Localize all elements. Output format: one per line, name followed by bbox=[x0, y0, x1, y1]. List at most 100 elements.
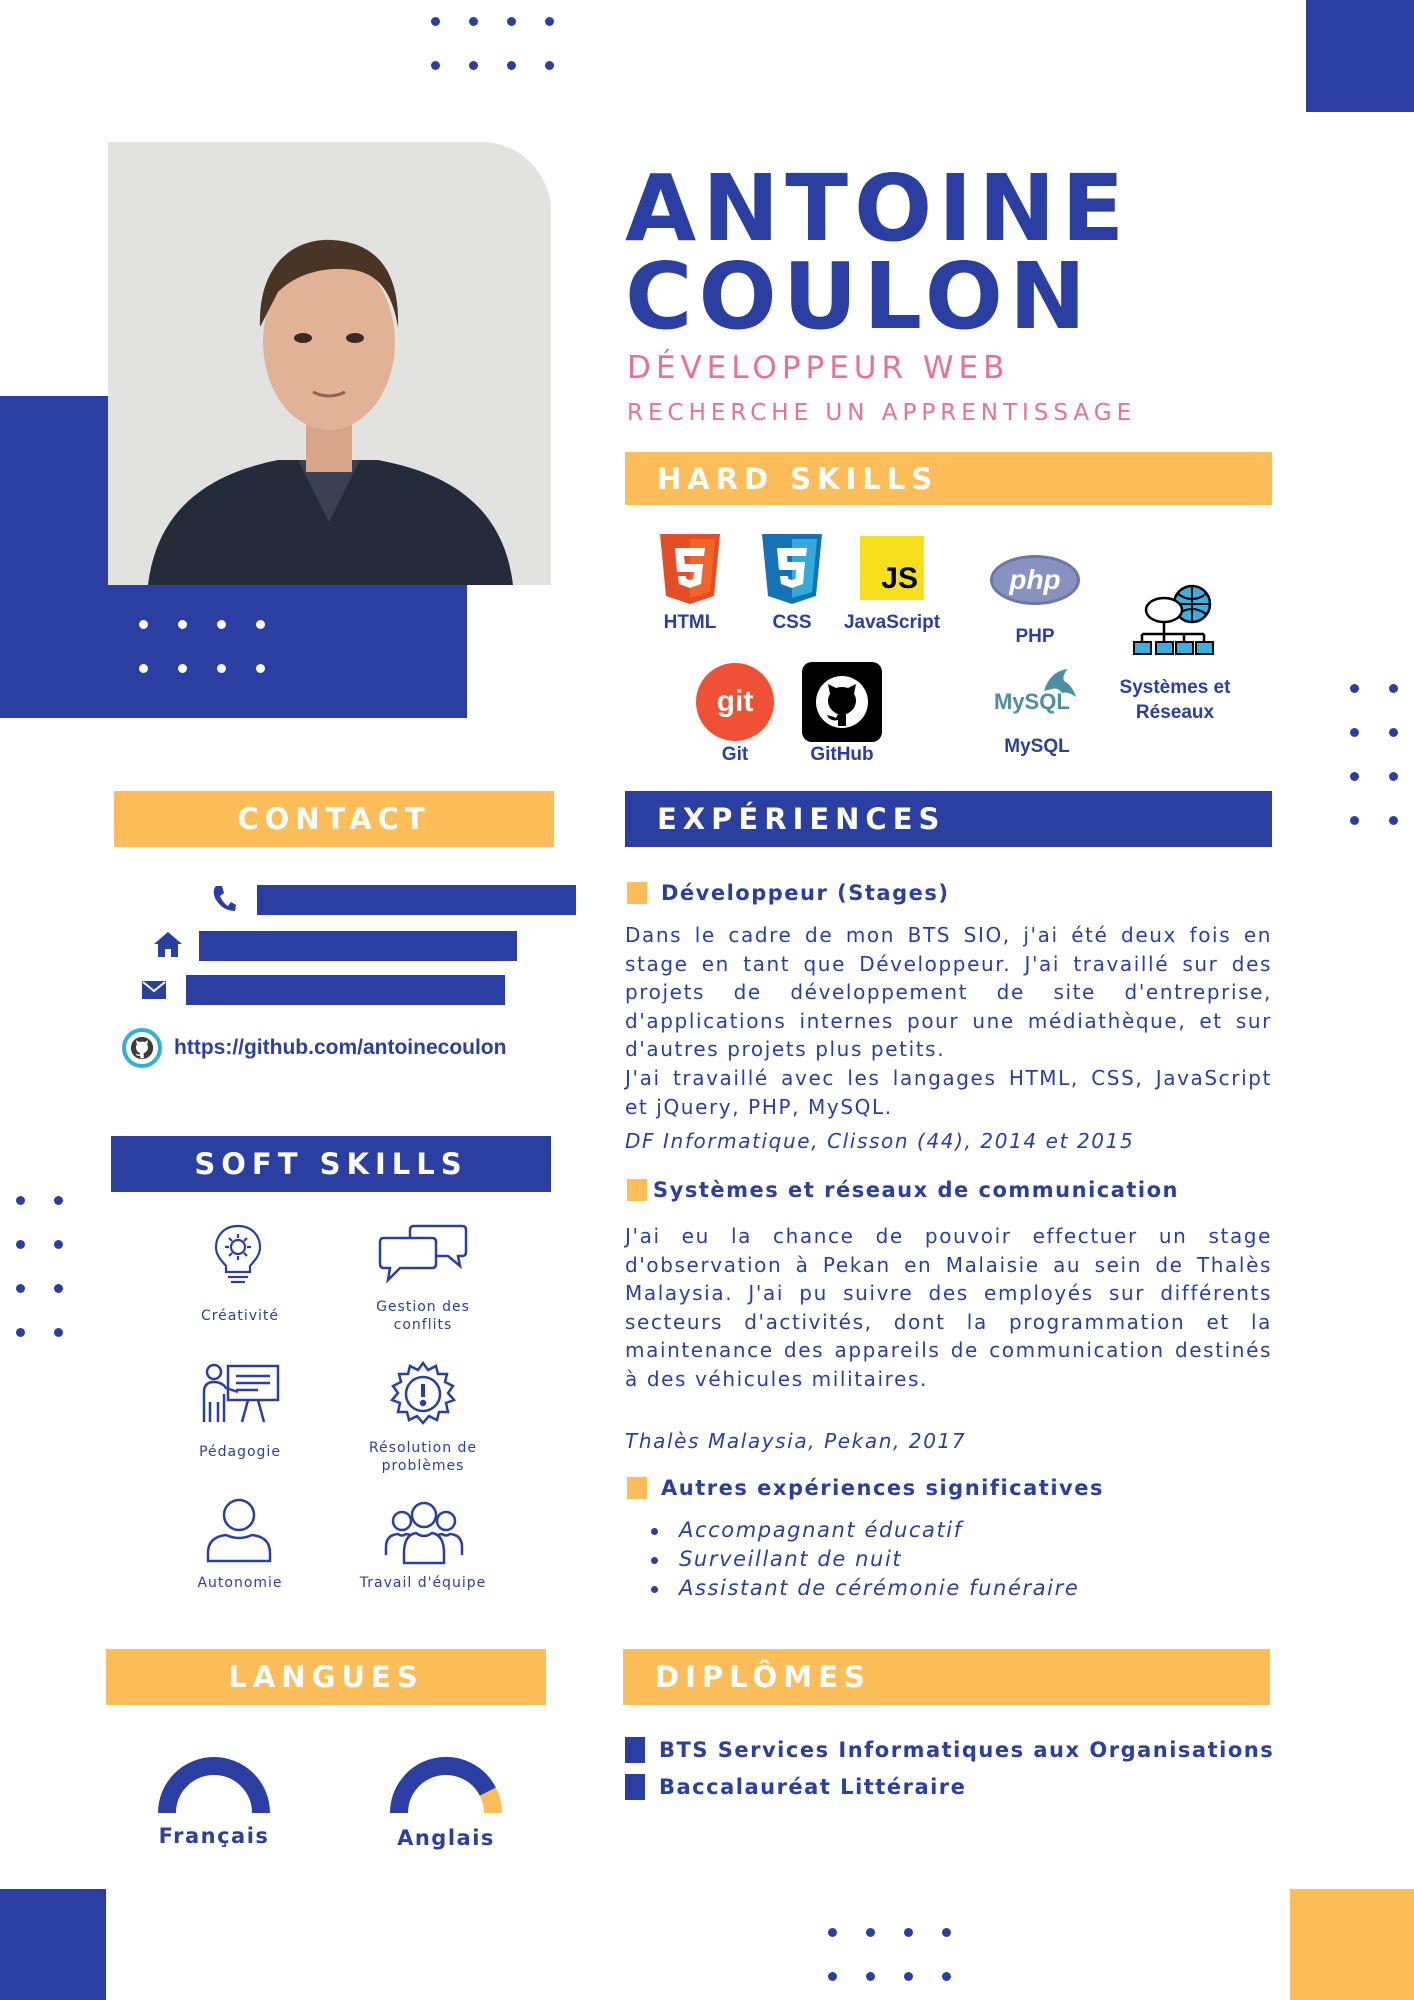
team-icon bbox=[384, 1501, 464, 1565]
dot-grid-bottom bbox=[828, 1928, 980, 1981]
hard-skill-php-label: PHP bbox=[1015, 626, 1055, 647]
diplomas-title: DIPLÔMES bbox=[655, 1660, 871, 1694]
soft-skill-pedagogy-label: Pédagogie bbox=[199, 1444, 281, 1460]
hard-skill-css-label: CSS bbox=[772, 612, 812, 633]
dot-grid-right bbox=[1350, 684, 1414, 825]
mysql-icon: MySQL bbox=[994, 689, 1070, 714]
phone-icon bbox=[213, 886, 236, 911]
other-experiences-list: Accompagnant éducatif Surveillant de nui… bbox=[649, 1516, 1079, 1603]
contact-header: CONTACT bbox=[114, 791, 554, 847]
experience-1-meta: DF Informatique, Clisson (44), 2014 et 2… bbox=[625, 1129, 1135, 1153]
phone-field bbox=[257, 885, 576, 915]
bullet-square bbox=[625, 1737, 645, 1763]
dot-grid-top bbox=[431, 17, 583, 70]
experience-2-title: Systèmes et réseaux de communication bbox=[653, 1178, 1179, 1202]
hard-skill-html bbox=[655, 534, 725, 604]
mail-icon bbox=[142, 981, 166, 999]
list-item: Surveillant de nuit bbox=[649, 1545, 1079, 1574]
dot-grid-left bbox=[16, 1196, 92, 1337]
soft-skill-teamwork-label: Travail d'équipe bbox=[359, 1575, 487, 1591]
list-item: Assistant de cérémonie funéraire bbox=[649, 1574, 1079, 1603]
diploma-2: Baccalauréat Littéraire bbox=[625, 1774, 966, 1800]
last-name: COULON bbox=[625, 243, 1092, 350]
network-icon bbox=[1133, 584, 1214, 655]
profile-photo bbox=[108, 142, 551, 585]
hard-skill-git-label: Git bbox=[721, 744, 749, 765]
css3-icon bbox=[762, 534, 822, 604]
gauge-remaining-arc bbox=[479, 1787, 502, 1814]
experience-1-description: Dans le cadre de mon BTS SIO, j'ai été d… bbox=[625, 923, 1272, 1061]
objective: RECHERCHE UN APPRENTISSAGE bbox=[627, 400, 1137, 426]
bullet-square bbox=[627, 1477, 647, 1499]
hard-skill-css bbox=[757, 534, 827, 604]
soft-skills-title: SOFT SKILLS bbox=[194, 1147, 468, 1181]
bullet-square bbox=[625, 1774, 645, 1800]
hard-skill-github-label: GitHub bbox=[810, 744, 874, 765]
diplomas-header: DIPLÔMES bbox=[623, 1649, 1270, 1705]
language-french-label: Français bbox=[158, 1824, 270, 1848]
corner-block-bottom-right bbox=[1290, 1889, 1414, 2000]
list-item: Accompagnant éducatif bbox=[649, 1516, 1079, 1545]
hard-skill-javascript-label: JavaScript bbox=[843, 612, 941, 633]
experience-1-description-2: J'ai travaillé avec les langages HTML, C… bbox=[625, 1066, 1272, 1119]
full-name: ANTOINE COULON bbox=[625, 155, 1131, 350]
experience-1-title: Développeur (Stages) bbox=[661, 881, 950, 905]
experience-3-heading: Autres expériences significatives bbox=[627, 1476, 1104, 1500]
speech-bubbles-icon bbox=[378, 1224, 468, 1284]
soft-skill-autonomy-label: Autonomie bbox=[197, 1575, 283, 1591]
corner-block-bottom-left bbox=[0, 1889, 106, 2000]
bullet-square bbox=[627, 1179, 647, 1201]
contact-title: CONTACT bbox=[237, 802, 431, 836]
email-field bbox=[186, 975, 505, 1005]
hard-skill-mysql-label: MySQL bbox=[1004, 736, 1070, 757]
soft-skills-header: SOFT SKILLS bbox=[111, 1136, 551, 1192]
exclamation-gear-icon bbox=[389, 1360, 457, 1425]
experience-2-meta: Thalès Malaysia, Pekan, 2017 bbox=[625, 1429, 967, 1453]
bullet-square bbox=[627, 882, 647, 904]
languages-header: LANGUES bbox=[106, 1649, 546, 1705]
soft-skill-problem-solving-label: Résolution de problèmes bbox=[368, 1440, 478, 1474]
git-icon: git bbox=[716, 685, 754, 718]
hard-skill-github bbox=[802, 662, 882, 742]
language-gauge-english bbox=[390, 1757, 502, 1814]
experience-2-heading: Systèmes et réseaux de communication bbox=[627, 1178, 1179, 1202]
address-field bbox=[199, 931, 517, 961]
hard-skill-git: git bbox=[696, 663, 774, 741]
gauge-level-arc bbox=[390, 1757, 496, 1814]
diploma-1: BTS Services Informatiques aux Organisat… bbox=[625, 1737, 1274, 1763]
lightbulb-gear-icon bbox=[214, 1224, 262, 1284]
dot-grid-photo bbox=[139, 620, 295, 673]
html5-icon bbox=[660, 534, 720, 604]
experience-1-heading: Développeur (Stages) bbox=[627, 881, 949, 905]
experiences-header: EXPÉRIENCES bbox=[625, 791, 1272, 847]
language-gauge-french bbox=[158, 1757, 270, 1814]
experiences-title: EXPÉRIENCES bbox=[657, 802, 946, 836]
person-icon bbox=[206, 1498, 272, 1563]
soft-skill-conflicts-label: Gestion des conflits bbox=[376, 1299, 470, 1333]
github-cat-icon bbox=[130, 1036, 154, 1060]
diploma-1-label: BTS Services Informatiques aux Organisat… bbox=[659, 1738, 1275, 1762]
first-name: ANTOINE bbox=[625, 155, 1131, 262]
teacher-board-icon bbox=[202, 1363, 280, 1423]
job-title: DÉVELOPPEUR WEB bbox=[627, 350, 1010, 386]
hard-skills-header: HARD SKILLS bbox=[625, 452, 1272, 505]
home-icon bbox=[154, 932, 182, 957]
hard-skill-html-label: HTML bbox=[663, 612, 717, 633]
hard-skill-systems-networks bbox=[1132, 582, 1216, 668]
php-icon: php bbox=[1009, 564, 1061, 595]
experience-3-title: Autres expériences significatives bbox=[661, 1476, 1104, 1500]
language-english-label: Anglais bbox=[397, 1826, 495, 1850]
github-link[interactable]: https://github.com/antoinecoulon bbox=[174, 1036, 506, 1060]
github-contact-icon bbox=[122, 1028, 162, 1068]
soft-skill-creativity-label: Créativité bbox=[200, 1308, 280, 1324]
diploma-2-label: Baccalauréat Littéraire bbox=[659, 1775, 967, 1799]
hard-skill-php: php bbox=[990, 555, 1080, 605]
corner-block-top-right bbox=[1306, 0, 1414, 112]
github-icon bbox=[816, 676, 868, 728]
javascript-icon: JS bbox=[881, 562, 918, 595]
experience-2-description: J'ai eu la chance de pouvoir effectuer u… bbox=[625, 1224, 1272, 1391]
gauge-level-arc bbox=[158, 1757, 270, 1814]
hard-skill-mysql: MySQL bbox=[992, 667, 1082, 717]
languages-title: LANGUES bbox=[228, 1660, 424, 1694]
hard-skill-javascript: JS bbox=[860, 536, 924, 600]
